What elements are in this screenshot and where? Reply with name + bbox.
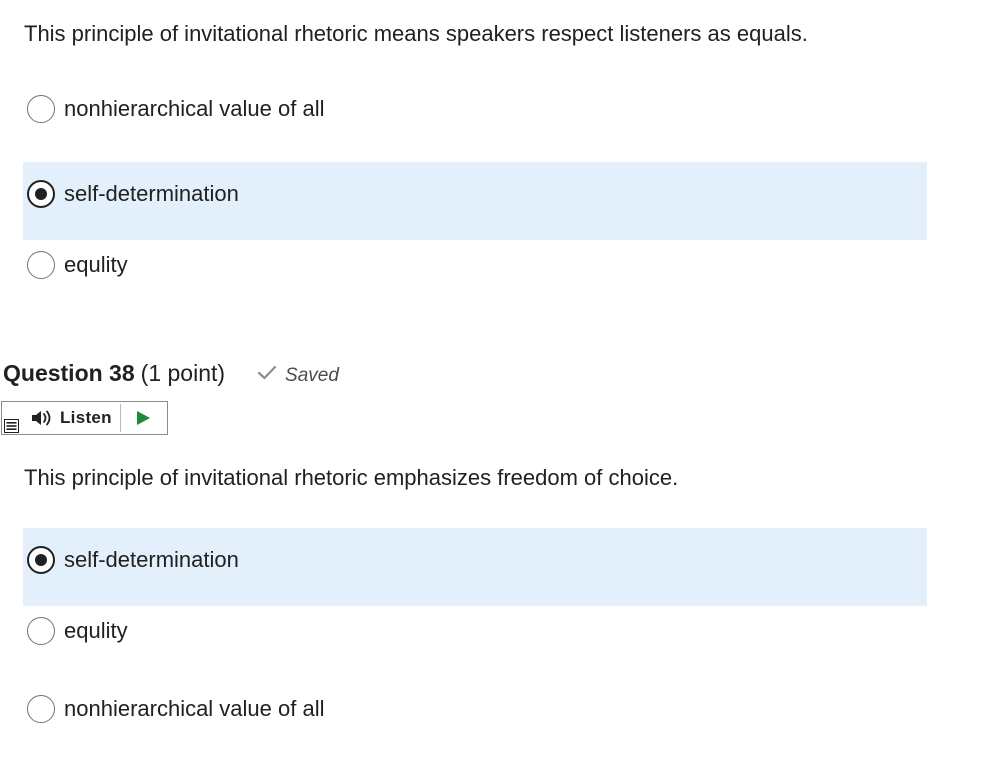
answer-option-selected[interactable]: self-determination	[23, 528, 927, 606]
listen-label: Listen	[60, 408, 112, 427]
answer-option-selected[interactable]: self-determination	[23, 162, 927, 240]
menu-icon[interactable]	[4, 419, 19, 433]
saved-label: Saved	[285, 365, 339, 386]
answer-label: equlity	[64, 618, 128, 643]
listen-button[interactable]: Listen	[30, 402, 112, 434]
answer-label: nonhierarchical value of all	[64, 696, 325, 721]
saved-status: Saved	[257, 365, 339, 387]
speaker-icon	[32, 410, 51, 426]
question-prompt: This principle of invitational rhetoric …	[24, 465, 679, 490]
radio-button[interactable]	[27, 251, 55, 279]
question-number: Question 38	[3, 360, 135, 386]
radio-button[interactable]	[27, 180, 55, 208]
answer-option[interactable]: equlity	[23, 233, 927, 311]
radio-dot	[35, 188, 47, 200]
radio-dot	[35, 554, 47, 566]
quiz-page: This principle of invitational rhetoric …	[0, 0, 992, 770]
answer-option[interactable]: nonhierarchical value of all	[23, 677, 927, 755]
radio-button[interactable]	[27, 617, 55, 645]
answer-label: self-determination	[64, 547, 239, 572]
question-header: Question 38 (1 point) Saved	[3, 360, 339, 390]
answer-option[interactable]: equlity	[23, 599, 927, 677]
toolbar-divider	[120, 404, 121, 432]
answer-label: equlity	[64, 252, 128, 277]
question-prompt: This principle of invitational rhetoric …	[24, 21, 808, 46]
answer-option[interactable]: nonhierarchical value of all	[23, 77, 927, 155]
listen-toolbar: Listen	[1, 401, 168, 435]
radio-button[interactable]	[27, 695, 55, 723]
answer-label: nonhierarchical value of all	[64, 96, 325, 121]
radio-button[interactable]	[27, 95, 55, 123]
play-icon[interactable]	[135, 410, 151, 426]
check-icon	[257, 365, 277, 380]
radio-button[interactable]	[27, 546, 55, 574]
answer-label: self-determination	[64, 181, 239, 206]
question-points: (1 point)	[140, 360, 226, 386]
